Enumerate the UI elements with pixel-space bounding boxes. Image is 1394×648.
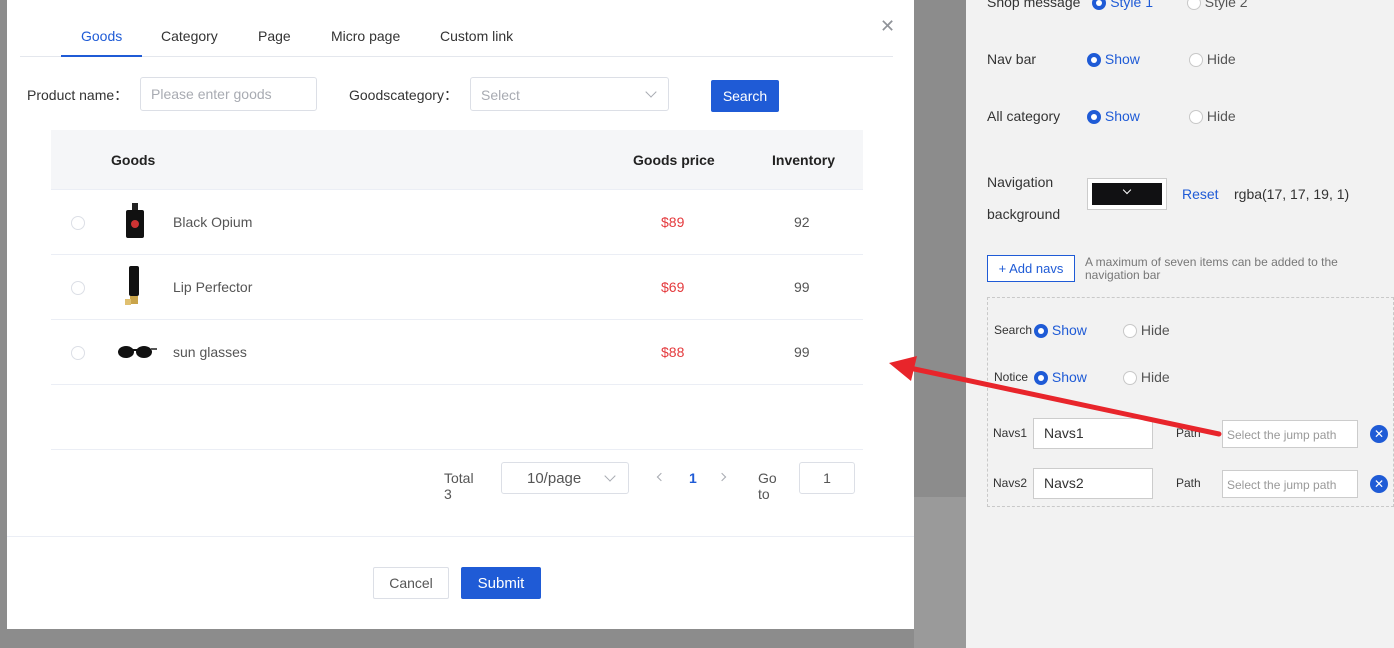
header-inventory: Inventory [772,152,836,168]
header-price: Goods price [633,152,715,168]
goods-inventory: 99 [794,344,810,360]
tab-custom-link[interactable]: Custom link [440,28,513,44]
goods-price: $89 [661,214,685,230]
close-icon[interactable]: ✕ [880,17,895,35]
goods-category-label: Goodscategory： [349,87,458,103]
table-header: Goods Goods price Inventory [51,130,863,190]
goods-price: $88 [661,344,685,360]
goods-name: Black Opium [173,214,253,230]
footer-divider [7,536,914,537]
total-count: Total 3 [444,470,474,502]
goods-inventory: 92 [794,214,810,230]
cancel-button[interactable]: Cancel [373,567,449,599]
select-link-dialog: Goods Category Page Micro page Custom li… [7,0,914,629]
goods-price: $69 [661,279,685,295]
product-name-input[interactable] [140,77,317,111]
category-select-placeholder: Select [481,87,520,103]
goods-inventory: 99 [794,279,810,295]
table-row[interactable]: Black Opium $89 92 [51,190,863,255]
perfume-bottle-icon [126,203,144,238]
prev-page-icon[interactable] [656,472,666,482]
page-size-select[interactable]: 10/page [501,462,629,494]
chevron-down-icon [645,86,657,98]
submit-button[interactable]: Submit [461,567,541,599]
goto-page-value: 1 [823,470,831,486]
header-goods: Goods [111,152,156,168]
table-row[interactable]: sun glasses $88 99 [51,320,863,385]
goto-label: Go to [758,470,777,502]
tab-goods[interactable]: Goods [81,28,122,44]
row-select-radio[interactable] [71,281,85,295]
goods-name: sun glasses [173,344,247,360]
tab-page[interactable]: Page [258,28,291,44]
table-empty-area [51,385,863,450]
active-tab-indicator [61,55,142,57]
modal-overlay[interactable] [914,0,1394,648]
lipstick-tube-icon [125,266,139,305]
row-select-radio[interactable] [71,346,85,360]
next-page-icon[interactable] [717,472,727,482]
sunglasses-icon [118,346,157,358]
goods-table: Goods Goods price Inventory Black Opium … [51,130,863,450]
goods-category-select[interactable]: Select [470,77,669,111]
row-select-radio[interactable] [71,216,85,230]
tab-micro-page[interactable]: Micro page [331,28,400,44]
product-name-label: Product name： [27,87,129,103]
link-type-tabs: Goods Category Page Micro page Custom li… [20,0,893,57]
goods-name: Lip Perfector [173,279,253,295]
chevron-down-icon [604,470,616,482]
table-row[interactable]: Lip Perfector $69 99 [51,255,863,320]
backdrop-strip [914,497,966,648]
tab-category[interactable]: Category [161,28,218,44]
page-size-value: 10/page [527,470,582,487]
search-button[interactable]: Search [711,80,779,112]
goto-page-input[interactable]: 1 [799,462,855,494]
current-page[interactable]: 1 [689,470,697,486]
